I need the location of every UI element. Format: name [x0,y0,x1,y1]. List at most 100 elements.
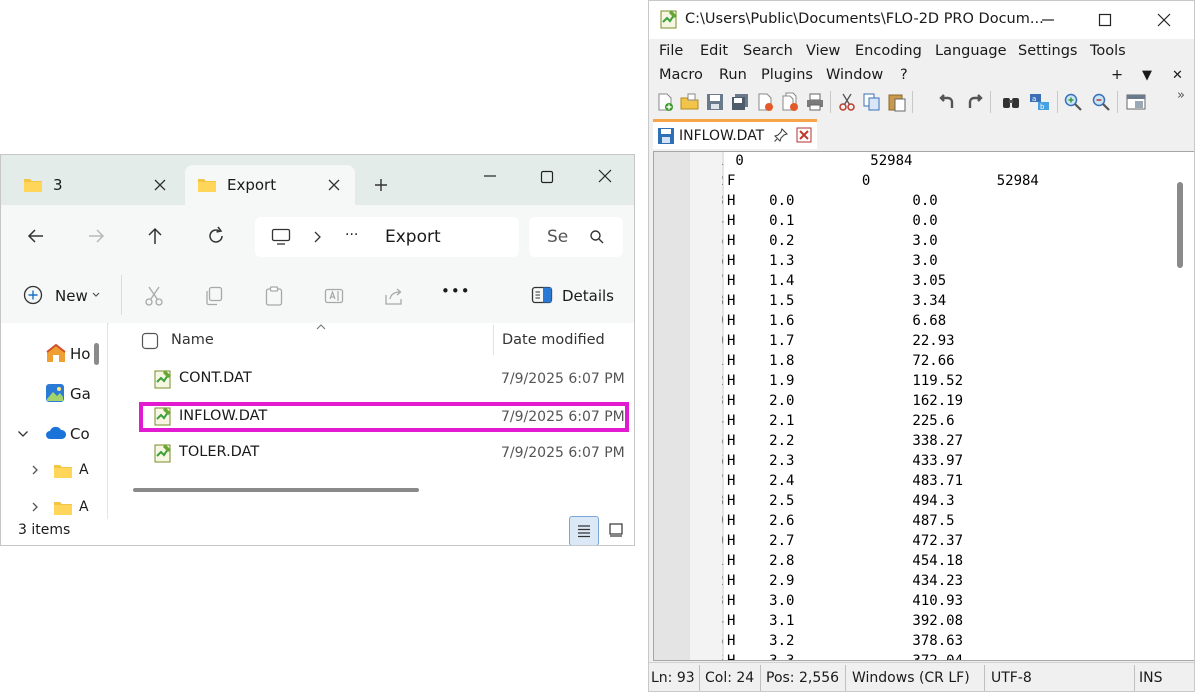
sidebar-item-onedrive[interactable]: Co [45,423,95,445]
breadcrumb-current[interactable]: Export [385,227,441,247]
zoom-in-icon[interactable] [1063,92,1083,112]
toolbar-overflow-button[interactable]: » [1177,88,1185,103]
rename-icon[interactable] [323,285,345,307]
horizontal-scrollbar[interactable] [133,488,419,492]
status-separator [845,665,846,691]
menu-search[interactable]: Search [743,43,793,59]
close-file-icon[interactable] [755,92,775,112]
new-tab-plus-button[interactable]: + [1111,67,1123,83]
tab-export[interactable]: Export [185,165,355,205]
close-all-icon[interactable] [780,92,800,112]
forward-arrow-icon[interactable] [85,225,107,247]
chevron-down-icon[interactable] [17,429,29,439]
chevron-right-icon[interactable] [31,464,39,476]
open-file-icon[interactable] [680,92,700,112]
vertical-scrollbar[interactable] [1168,152,1194,660]
menu-view[interactable]: View [806,43,840,59]
sidebar-item-folder[interactable]: A [53,461,93,481]
file-row-toler-dat[interactable]: TOLER.DAT 7/9/2025 6:07 PM [139,439,629,469]
refresh-icon[interactable] [205,225,227,247]
close-window-button[interactable] [590,165,620,187]
status-line: Ln: 93 [651,670,695,686]
chevron-right-icon[interactable] [313,229,323,245]
save-all-icon[interactable] [730,92,750,112]
tiles-view-button[interactable] [605,519,627,541]
paste-icon[interactable] [887,92,907,112]
menu-tools[interactable]: Tools [1090,43,1126,59]
menu-plugins[interactable]: Plugins [761,67,813,83]
redo-icon[interactable] [965,92,985,112]
close-icon[interactable] [327,178,341,192]
close-icon[interactable] [153,178,167,192]
find-icon[interactable] [1001,92,1021,112]
file-row-inflow-dat[interactable]: INFLOW.DAT 7/9/2025 6:07 PM [139,402,629,432]
menu-edit[interactable]: Edit [700,43,728,59]
copy-icon[interactable] [862,92,882,112]
menu-file[interactable]: File [659,43,683,59]
menu-window[interactable]: Window [826,67,883,83]
tab-3[interactable]: 3 [11,165,181,205]
print-icon[interactable] [805,92,825,112]
copy-icon[interactable] [203,285,225,307]
details-button[interactable]: Details [531,285,621,307]
tab-inflow-dat[interactable]: INFLOW.DAT [653,119,817,149]
column-header-name[interactable]: Name [171,332,214,348]
minimize-button[interactable] [475,165,505,187]
minimize-button[interactable] [1033,9,1063,31]
save-icon[interactable] [705,92,725,112]
scrollbar-thumb[interactable] [1177,182,1183,268]
menu-help[interactable]: ? [900,67,908,83]
file-date: 7/9/2025 6:07 PM [501,371,625,387]
code-line: H 0.2 3.0 [727,233,938,249]
toolbar-separator [1057,91,1058,113]
share-icon[interactable] [383,285,405,307]
paste-icon[interactable] [263,285,285,307]
notepad-file-icon [153,406,173,426]
maximize-button[interactable] [532,165,562,187]
text-editor[interactable]: 1234567891011121314151617181920212223242… [653,151,1194,661]
chevron-right-icon[interactable] [31,501,39,513]
close-icon[interactable] [796,127,812,143]
maximize-button[interactable] [1090,9,1120,31]
new-button[interactable]: New [23,285,103,307]
back-arrow-icon[interactable] [25,225,47,247]
pin-icon[interactable] [773,127,789,143]
status-line-ending[interactable]: Windows (CR LF) [852,670,970,686]
sidebar-scrollbar[interactable] [94,343,99,365]
menu-settings[interactable]: Settings [1018,43,1077,59]
tab-list-button[interactable]: ▼ [1142,68,1152,83]
file-row-cont-dat[interactable]: CONT.DAT 7/9/2025 6:07 PM [139,365,629,395]
column-divider[interactable] [493,325,494,355]
select-all-checkbox[interactable] [141,332,159,350]
zoom-out-icon[interactable] [1091,92,1111,112]
new-file-icon[interactable] [655,92,675,112]
status-encoding[interactable]: UTF-8 [991,670,1032,686]
replace-icon[interactable]: ab [1029,92,1051,112]
search-icon[interactable] [589,229,605,245]
sidebar-item-gallery[interactable]: Ga [45,383,95,405]
search-box[interactable]: Se [529,217,623,257]
sync-view-icon[interactable] [1125,92,1147,112]
menu-language[interactable]: Language [935,43,1007,59]
close-window-button[interactable] [1149,9,1179,31]
code-line: 0 52984 [727,153,913,169]
up-arrow-icon[interactable] [144,225,166,247]
column-header-date-modified[interactable]: Date modified [502,332,605,348]
menu-encoding[interactable]: Encoding [855,43,922,59]
sidebar-item-folder[interactable]: A [53,498,93,518]
sidebar-item-home[interactable]: Ho [45,343,95,365]
menu-run[interactable]: Run [719,67,747,83]
address-bar[interactable]: ··· Export [255,217,519,257]
cut-icon[interactable] [143,285,165,307]
code-line: H 1.7 22.93 [727,333,955,349]
file-name: TOLER.DAT [179,444,260,460]
cut-icon[interactable] [837,92,857,112]
undo-icon[interactable] [937,92,957,112]
new-tab-button[interactable] [373,177,389,193]
more-options-button[interactable]: ••• [441,282,471,300]
close-doc-button[interactable]: ✕ [1172,68,1183,83]
code-line: F 0 52984 [727,173,1039,189]
menu-macro[interactable]: Macro [659,67,703,83]
details-view-button[interactable] [569,516,599,545]
breadcrumb-ellipsis[interactable]: ··· [345,227,358,243]
